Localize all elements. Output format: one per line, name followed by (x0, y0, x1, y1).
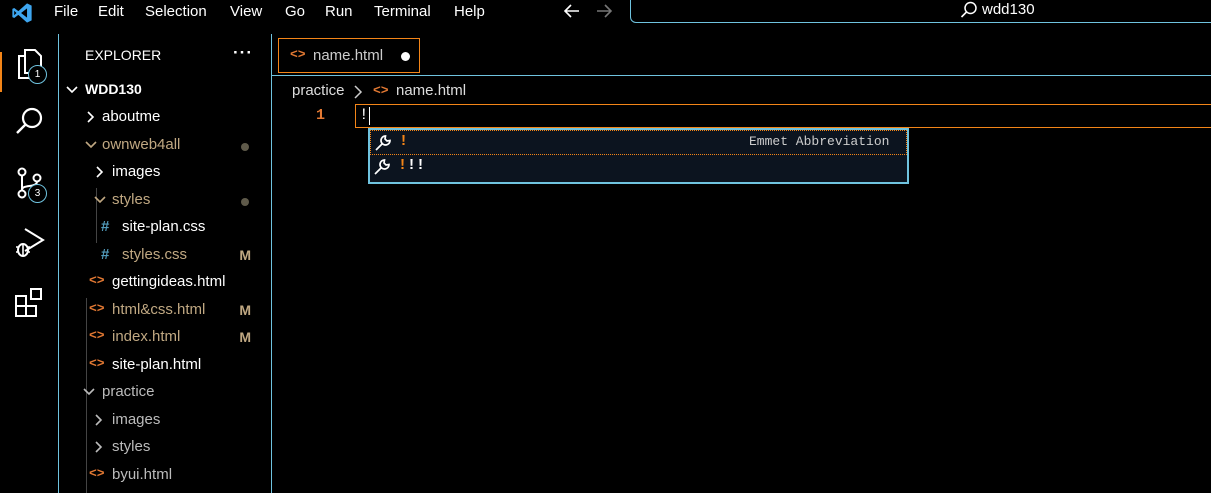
file-label: site-plan.css (122, 218, 206, 235)
folder-practice[interactable]: practice (60, 379, 271, 406)
suggestion-detail: Emmet Abbreviation (749, 134, 890, 149)
chevron-right-icon (95, 414, 103, 426)
html-file-icon: <> (89, 273, 105, 288)
chevron-down-icon (85, 141, 97, 149)
unsaved-dot-icon[interactable] (401, 52, 410, 61)
tab-label: name.html (313, 47, 384, 64)
menu-go[interactable]: Go (285, 3, 305, 20)
search-text: wdd130 (982, 1, 1035, 18)
modified-badge: M (239, 329, 251, 345)
line-number: 1 (316, 107, 326, 124)
html-file-icon: <> (89, 356, 105, 371)
file-label: byui.html (112, 466, 173, 483)
text-cursor (369, 107, 370, 125)
file-gettingideas-html[interactable]: <> gettingideas.html (60, 269, 271, 296)
modified-dot (241, 198, 249, 206)
css-file-icon: # (101, 218, 110, 235)
menu-help[interactable]: Help (454, 3, 485, 20)
file-label: html&css.html (112, 301, 206, 318)
chevron-right-icon (96, 166, 104, 178)
file-label: gettingideas.html (112, 273, 226, 290)
suggestion-item[interactable]: ! Emmet Abbreviation (370, 130, 907, 155)
suggest-widget: ! Emmet Abbreviation ! !! (368, 128, 909, 184)
more-actions-button[interactable]: ··· (233, 43, 253, 63)
suggestion-label: ! (399, 133, 409, 150)
vscode-logo-icon (12, 3, 32, 23)
folder-label: aboutme (102, 108, 161, 125)
breadcrumb-folder[interactable]: practice (292, 82, 345, 99)
modified-dot (241, 143, 249, 151)
html-file-icon: <> (89, 301, 105, 316)
html-file-icon: <> (373, 83, 389, 98)
folder-practice-images[interactable]: images (60, 407, 271, 434)
code-text: ! (359, 106, 369, 124)
chevron-right-icon (95, 441, 103, 453)
explorer-title: EXPLORER (85, 47, 162, 63)
menu-file[interactable]: File (54, 3, 78, 20)
activity-bar: 1 3 (0, 34, 59, 493)
chevron-right-icon (87, 111, 95, 123)
menu-selection[interactable]: Selection (145, 3, 207, 20)
file-site-plan-css[interactable]: # site-plan.css (60, 214, 271, 241)
suggestion-item[interactable]: ! !! (370, 155, 907, 180)
folder-ownweb4all[interactable]: ownweb4all (60, 132, 271, 159)
chevron-down-icon (83, 388, 95, 396)
html-file-icon: <> (89, 328, 105, 343)
file-label: site-plan.html (112, 356, 202, 373)
arrow-left-icon[interactable] (563, 3, 581, 19)
breadcrumb-file[interactable]: name.html (396, 82, 466, 99)
title-bar: File Edit Selection View Go Run Terminal… (0, 0, 1211, 34)
search-icon (960, 1, 977, 18)
active-indicator (0, 52, 2, 92)
folder-label: images (112, 163, 161, 180)
file-byui-html[interactable]: <> byui.html (60, 462, 271, 489)
tab-bar-border (272, 75, 1211, 76)
folder-root[interactable]: WDD130 (60, 77, 271, 104)
html-file-icon: <> (89, 466, 105, 481)
suggestion-match: ! (398, 157, 408, 174)
css-file-icon: # (101, 246, 110, 263)
wrench-icon (375, 135, 391, 151)
folder-label: styles (112, 438, 151, 455)
wrench-icon (374, 159, 390, 175)
html-file-icon: <> (290, 47, 306, 62)
file-site-plan-html[interactable]: <> site-plan.html (60, 352, 271, 379)
extensions-icon[interactable] (13, 286, 47, 320)
suggestion-label-rest: !! (407, 157, 426, 174)
menu-view[interactable]: View (230, 3, 262, 20)
explorer-badge: 1 (28, 65, 47, 84)
modified-badge: M (239, 247, 251, 263)
file-styles-css[interactable]: # styles.css M (60, 242, 271, 269)
folder-label: ownweb4all (102, 136, 181, 153)
file-index-html[interactable]: <> index.html M (60, 324, 271, 351)
menu-edit[interactable]: Edit (98, 3, 124, 20)
folder-label: practice (102, 383, 155, 400)
menu-run[interactable]: Run (325, 3, 353, 20)
file-label: index.html (112, 328, 181, 345)
modified-badge: M (239, 302, 251, 318)
folder-root-label: WDD130 (85, 81, 142, 97)
folder-label: styles (112, 191, 151, 208)
editor-area (272, 34, 1211, 493)
current-line-highlight[interactable]: ! (355, 104, 1211, 128)
command-center-search[interactable]: wdd130 (630, 0, 1211, 23)
source-control-badge: 3 (28, 184, 47, 203)
search-activity-icon[interactable] (13, 104, 47, 138)
folder-images[interactable]: images (60, 159, 271, 186)
chevron-down-icon (94, 196, 106, 204)
arrow-right-icon[interactable] (595, 3, 613, 19)
chevron-right-icon (354, 85, 363, 99)
folder-aboutme[interactable]: aboutme (60, 104, 271, 131)
file-label: styles.css (122, 246, 188, 263)
menu-terminal[interactable]: Terminal (374, 3, 431, 20)
chevron-down-icon (66, 86, 78, 94)
file-htmlcss-html[interactable]: <> html&css.html M (60, 297, 271, 324)
folder-practice-styles[interactable]: styles (60, 434, 271, 461)
folder-styles[interactable]: styles (60, 187, 271, 214)
folder-label: images (112, 411, 161, 428)
tab-name-html[interactable]: <> name.html (278, 38, 420, 73)
run-debug-icon[interactable] (13, 225, 47, 259)
explorer-panel: EXPLORER ··· WDD130 aboutme ownweb4all i… (60, 34, 272, 493)
